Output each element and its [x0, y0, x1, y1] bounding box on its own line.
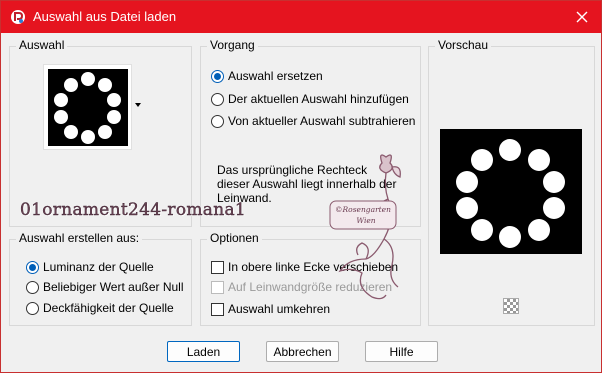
radio-label: Auswahl ersetzen	[228, 69, 323, 83]
radio-indicator[interactable]	[26, 301, 39, 315]
thumbnail-dropdown-arrow-icon[interactable]	[135, 103, 141, 107]
radio-auswahl-hinzufuegen[interactable]: Der aktuellen Auswahl hinzufügen	[211, 92, 409, 106]
vorgang-group-label: Vorgang	[207, 38, 258, 52]
radio-label: Deckfähigkeit der Quelle	[43, 301, 174, 315]
auswahl-group-label: Auswahl	[16, 38, 68, 52]
rose-stamp-overlay: ©Rosengarten Wien	[329, 154, 401, 300]
optionen-group-label: Optionen	[207, 231, 262, 245]
window-title: Auswahl aus Datei laden	[33, 9, 177, 24]
preview-image	[440, 129, 582, 254]
stamp-line1: ©Rosengarten	[335, 205, 391, 214]
radio-label: Der aktuellen Auswahl hinzufügen	[228, 92, 409, 106]
radio-label: Luminanz der Quelle	[43, 260, 154, 274]
vorschau-group: Vorschau	[428, 38, 595, 326]
radio-indicator[interactable]	[211, 92, 224, 106]
transparency-toggle-icon[interactable]	[503, 298, 519, 314]
erstellen-group-label: Auswahl erstellen aus:	[16, 231, 143, 245]
radio-indicator[interactable]	[26, 260, 39, 274]
selection-thumbnail[interactable]	[43, 64, 132, 150]
dialog-window: Auswahl aus Datei laden Auswahl Vorgang	[0, 0, 602, 373]
radio-indicator[interactable]	[211, 69, 224, 83]
checkbox-auswahl-umkehren[interactable]: Auswahl umkehren	[211, 302, 330, 316]
checkbox-indicator	[211, 280, 224, 294]
hilfe-button[interactable]: Hilfe	[365, 341, 438, 362]
watermark-text: 01ornament244-romana1	[20, 200, 247, 220]
close-icon	[576, 11, 588, 23]
radio-indicator[interactable]	[26, 280, 39, 294]
abbrechen-button[interactable]: Abbrechen	[266, 341, 339, 362]
radio-label: Beliebiger Wert außer Null	[43, 280, 184, 294]
title-bar[interactable]: Auswahl aus Datei laden	[1, 1, 601, 33]
radio-auswahl-subtrahieren[interactable]: Von aktueller Auswahl subtrahieren	[211, 114, 415, 128]
vorschau-group-label: Vorschau	[435, 38, 492, 52]
radio-luminanz[interactable]: Luminanz der Quelle	[26, 260, 154, 274]
radio-deckfaehigkeit[interactable]: Deckfähigkeit der Quelle	[26, 301, 174, 315]
checkbox-label: Auswahl umkehren	[228, 302, 331, 316]
checkbox-indicator[interactable]	[211, 302, 224, 316]
radio-label: Von aktueller Auswahl subtrahieren	[228, 114, 416, 128]
stamp-line2: Wien	[356, 216, 375, 225]
radio-indicator[interactable]	[211, 114, 224, 128]
checkbox-indicator[interactable]	[211, 260, 224, 274]
paintshop-app-icon	[10, 9, 26, 25]
radio-auswahl-ersetzen[interactable]: Auswahl ersetzen	[211, 69, 323, 83]
radio-beliebiger-wert[interactable]: Beliebiger Wert außer Null	[26, 280, 184, 294]
close-button[interactable]	[571, 6, 593, 28]
laden-button[interactable]: Laden	[167, 341, 240, 362]
